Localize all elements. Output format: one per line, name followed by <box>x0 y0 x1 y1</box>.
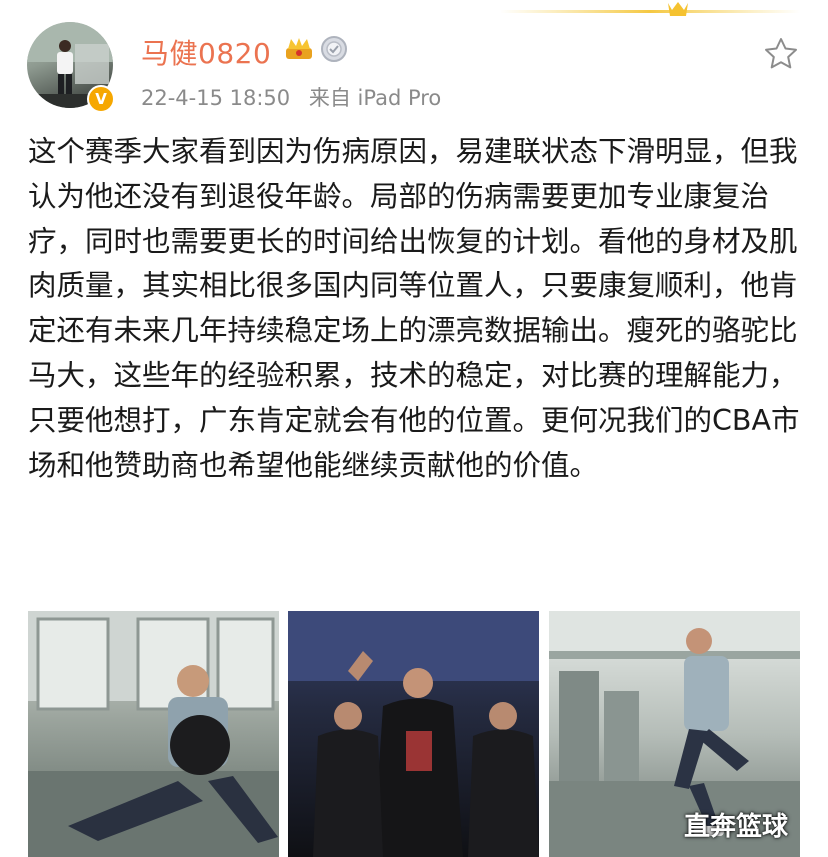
verified-badge-icon: V <box>87 85 115 113</box>
post-text: 这个赛季大家看到因为伤病原因，易建联状态下滑明显，但我认为他还没有到退役年龄。局… <box>28 135 800 482</box>
post-photo-1[interactable] <box>28 611 279 857</box>
post-source[interactable]: 来自 iPad Pro <box>309 86 441 110</box>
photo-team-huddle <box>288 611 539 857</box>
watermark-text: 直奔篮球 <box>683 812 788 842</box>
post-photo-2[interactable] <box>288 611 539 857</box>
medal-badge-icon <box>321 36 347 62</box>
star-favorite-icon[interactable] <box>764 37 798 69</box>
post-photo-3[interactable]: 直奔篮球 <box>549 611 800 857</box>
crown-badge-icon <box>286 38 312 59</box>
username[interactable]: 马健0820 <box>141 32 271 72</box>
post-time: 22-4-15 18:50 <box>141 86 291 110</box>
crown-decoration-icon <box>500 2 800 16</box>
post-meta: 22-4-15 18:50 来自 iPad Pro <box>141 82 441 112</box>
photo-gym-training-ball <box>28 611 279 857</box>
